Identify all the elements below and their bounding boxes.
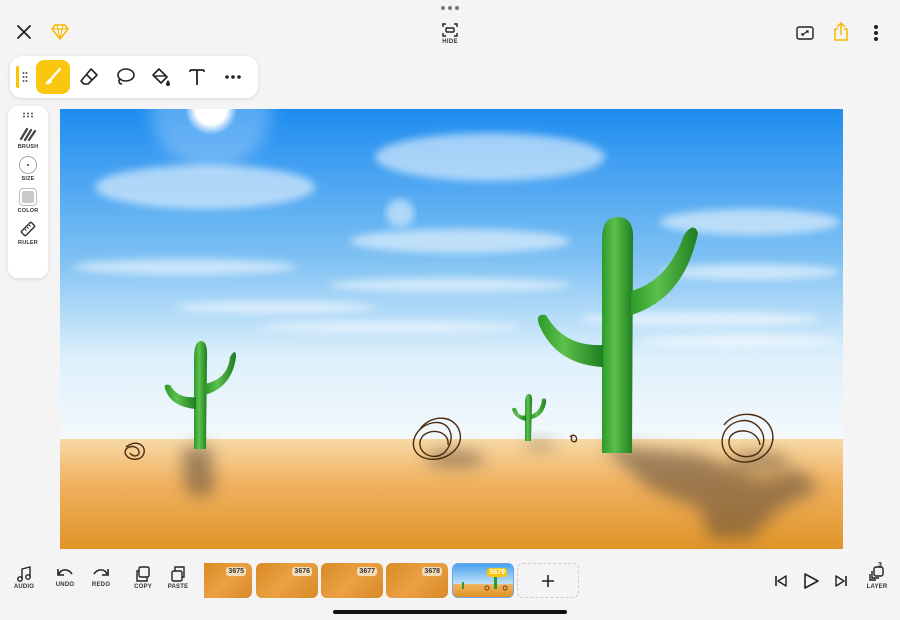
home-indicator[interactable]: [333, 610, 567, 614]
top-bar: HIDE: [0, 0, 900, 52]
toolbar-drag-handle[interactable]: [16, 66, 30, 88]
timeline-frame[interactable]: 3676: [256, 563, 318, 598]
hide-label: HIDE: [442, 39, 458, 45]
frame-number: 3675: [226, 567, 246, 576]
add-frame-button[interactable]: [517, 563, 579, 598]
audio-button[interactable]: AUDIO: [9, 566, 39, 590]
eraser-icon: [80, 68, 98, 85]
more-options-button[interactable]: [866, 22, 886, 44]
timeline-frame[interactable]: 3677: [321, 563, 383, 598]
desert-scene-artwork: [60, 109, 843, 549]
ruler-label: RULER: [18, 240, 38, 246]
frame-number: 3676: [292, 567, 312, 576]
size-label: SIZE: [21, 176, 35, 182]
grip-icon: [23, 112, 33, 118]
fit-screen-button[interactable]: [794, 22, 816, 44]
size-dot-icon: [19, 156, 37, 174]
copy-button[interactable]: COPY: [128, 566, 158, 590]
audio-label: AUDIO: [13, 584, 35, 590]
redo-button[interactable]: REDO: [86, 566, 116, 588]
undo-icon: [57, 569, 73, 576]
paste-label: PASTE: [167, 584, 189, 590]
plus-icon: [542, 574, 554, 587]
play-button[interactable]: [801, 571, 821, 591]
text-tool[interactable]: [180, 60, 214, 94]
premium-button[interactable]: [50, 22, 70, 42]
more-horizontal-icon: [225, 75, 241, 79]
drawing-toolbar: [10, 56, 258, 98]
multitasking-handle[interactable]: [441, 6, 459, 12]
color-label: COLOR: [17, 208, 39, 214]
size-picker[interactable]: SIZE: [19, 156, 37, 182]
ruler-button[interactable]: RULER: [18, 220, 38, 246]
hide-icon: [442, 23, 458, 37]
layer-button[interactable]: 3 LAYER: [864, 562, 890, 590]
panel-drag-handle[interactable]: [22, 112, 34, 118]
timeline-frame[interactable]: 3678: [386, 563, 448, 598]
layer-label: LAYER: [866, 584, 888, 590]
frame-number: 3678: [422, 567, 442, 576]
skip-to-start-button[interactable]: [772, 572, 790, 590]
timeline-frame[interactable]: 3675: [204, 563, 252, 598]
skip-to-start-icon: [775, 575, 787, 587]
grip-icon: [22, 72, 27, 82]
paint-bucket-icon: [152, 68, 170, 86]
fill-tool[interactable]: [144, 60, 178, 94]
brush-picker[interactable]: BRUSH: [18, 126, 39, 150]
lasso-tool[interactable]: [108, 60, 142, 94]
share-button[interactable]: [830, 21, 852, 43]
redo-label: REDO: [91, 582, 111, 588]
skip-to-end-icon: [835, 575, 847, 587]
undo-label: UNDO: [55, 582, 75, 588]
play-icon: [804, 573, 819, 589]
drawing-canvas[interactable]: [60, 109, 843, 549]
more-vertical-icon: [874, 25, 878, 41]
brush-label: BRUSH: [17, 144, 39, 150]
color-swatch: [19, 188, 37, 206]
more-tools-button[interactable]: [216, 60, 250, 94]
undo-button[interactable]: UNDO: [50, 566, 80, 588]
layer-count-badge: 3: [878, 562, 882, 569]
gem-icon: [51, 24, 69, 40]
share-icon: [834, 22, 848, 41]
copy-icon: [136, 566, 150, 582]
frame-number: 3679: [487, 568, 507, 577]
timeline-frame-current[interactable]: 3679: [452, 563, 514, 598]
copy-label: COPY: [134, 584, 152, 590]
layers-icon: [869, 566, 884, 581]
color-picker[interactable]: COLOR: [18, 188, 39, 214]
fit-screen-icon: [796, 26, 814, 40]
brush-tool[interactable]: [36, 60, 70, 94]
redo-icon: [93, 569, 109, 576]
paste-button[interactable]: PASTE: [163, 566, 193, 590]
frame-number: 3677: [357, 567, 377, 576]
eraser-tool[interactable]: [72, 60, 106, 94]
close-icon: [17, 25, 31, 39]
brush-stroke-icon: [19, 127, 37, 142]
close-button[interactable]: [12, 20, 36, 44]
lasso-icon: [117, 68, 135, 85]
music-note-icon: [17, 566, 31, 582]
ruler-icon: [20, 221, 36, 237]
text-icon: [189, 69, 205, 85]
paintbrush-icon: [45, 67, 62, 85]
brush-settings-panel: BRUSH SIZE COLOR RULER: [8, 106, 48, 278]
skip-to-end-button[interactable]: [832, 572, 850, 590]
paste-icon: [171, 566, 185, 582]
hide-ui-button[interactable]: HIDE: [436, 20, 464, 48]
